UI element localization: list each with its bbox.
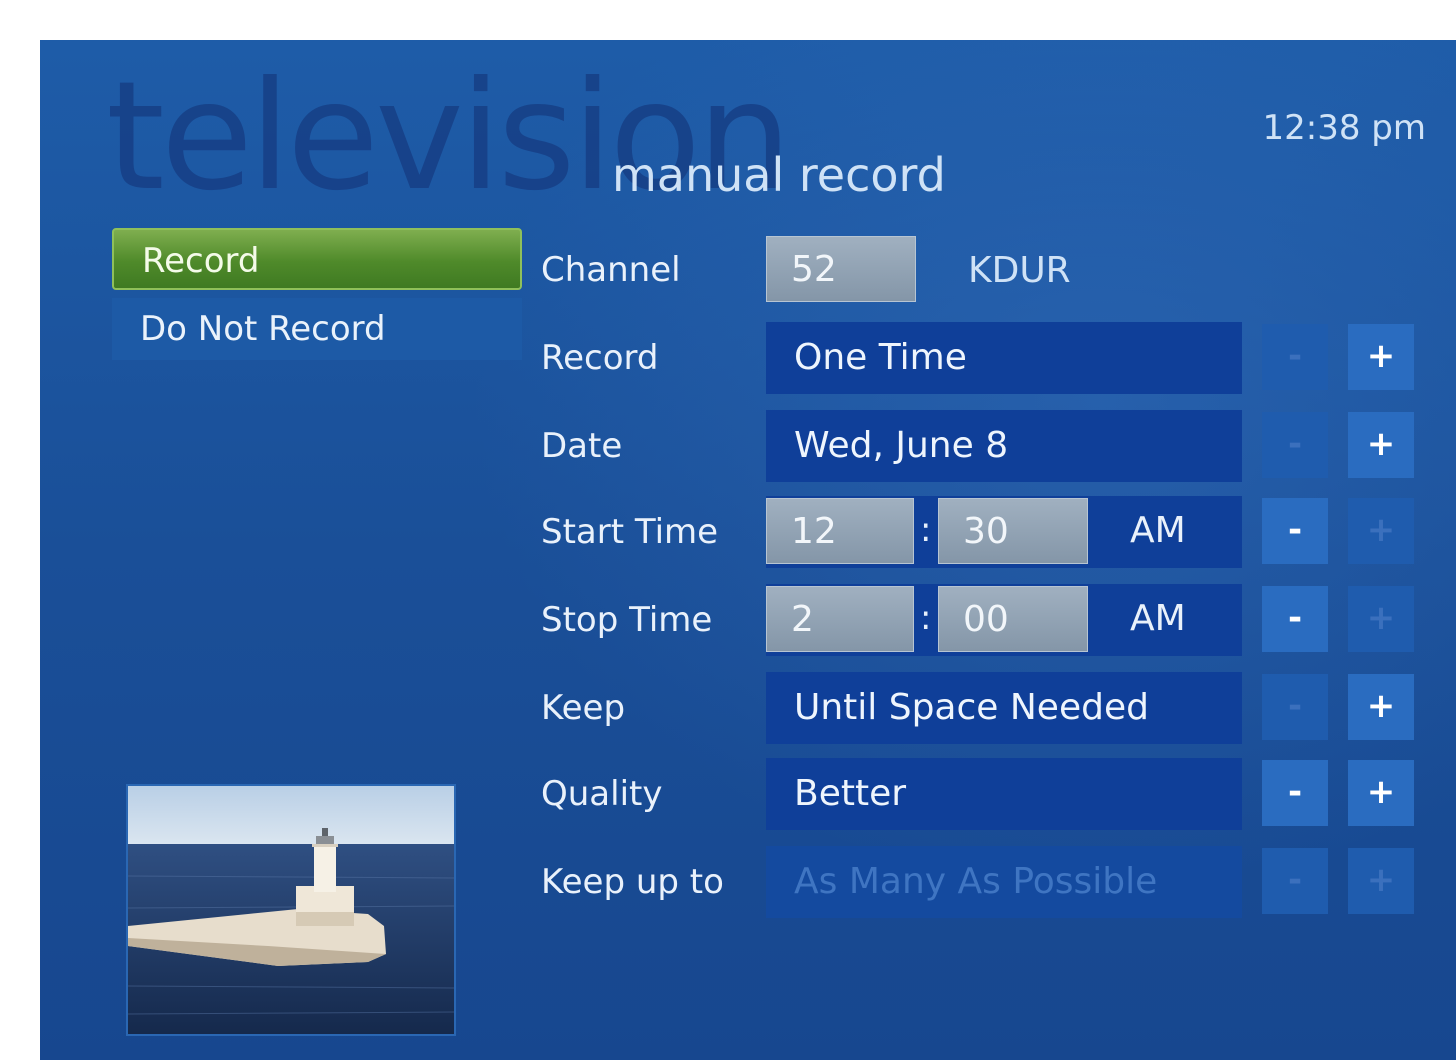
record-label: Record (541, 338, 659, 378)
record-minus-button[interactable]: - (1262, 324, 1328, 390)
keep-plus-button[interactable]: + (1348, 674, 1414, 740)
stop-hour-field[interactable]: 2 (766, 586, 914, 652)
channel-callsign: KDUR (968, 250, 1071, 291)
keep-minus-button[interactable]: - (1262, 674, 1328, 740)
start-minute-field[interactable]: 30 (938, 498, 1088, 564)
page-title: manual record (612, 148, 946, 202)
record-button[interactable]: Record (112, 228, 522, 290)
stop-minute-field[interactable]: 00 (938, 586, 1088, 652)
record-plus-button[interactable]: + (1348, 324, 1414, 390)
stop-time-plus-button[interactable]: + (1348, 586, 1414, 652)
keep-up-to-label: Keep up to (541, 862, 724, 902)
quality-label: Quality (541, 774, 663, 814)
quality-field[interactable]: Better (766, 758, 1242, 830)
date-minus-button[interactable]: - (1262, 412, 1328, 478)
keep-up-to-minus-button: - (1262, 848, 1328, 914)
quality-plus-button[interactable]: + (1348, 760, 1414, 826)
start-time-minus-button[interactable]: - (1262, 498, 1328, 564)
start-time-separator: : (920, 510, 932, 550)
stop-time-separator: : (920, 598, 932, 638)
record-frequency-field[interactable]: One Time (766, 322, 1242, 394)
start-hour-field[interactable]: 12 (766, 498, 914, 564)
keep-up-to-field: As Many As Possible (766, 846, 1242, 918)
keep-label: Keep (541, 688, 626, 728)
stop-time-minus-button[interactable]: - (1262, 586, 1328, 652)
media-center-screen: television manual record 12:38 pm Record… (40, 40, 1456, 1060)
channel-number-field[interactable]: 52 (766, 236, 916, 302)
do-not-record-button[interactable]: Do Not Record (112, 298, 522, 360)
date-field[interactable]: Wed, June 8 (766, 410, 1242, 482)
start-ampm[interactable]: AM (1130, 510, 1186, 551)
channel-label: Channel (541, 250, 681, 290)
stop-ampm[interactable]: AM (1130, 598, 1186, 639)
date-label: Date (541, 426, 623, 466)
start-time-plus-button[interactable]: + (1348, 498, 1414, 564)
date-plus-button[interactable]: + (1348, 412, 1414, 478)
keep-field[interactable]: Until Space Needed (766, 672, 1242, 744)
quality-minus-button[interactable]: - (1262, 760, 1328, 826)
channel-preview-thumbnail (126, 784, 456, 1036)
keep-up-to-plus-button: + (1348, 848, 1414, 914)
clock: 12:38 pm (1262, 108, 1427, 148)
start-time-label: Start Time (541, 512, 719, 552)
stop-time-label: Stop Time (541, 600, 713, 640)
lighthouse-image (128, 786, 454, 1034)
